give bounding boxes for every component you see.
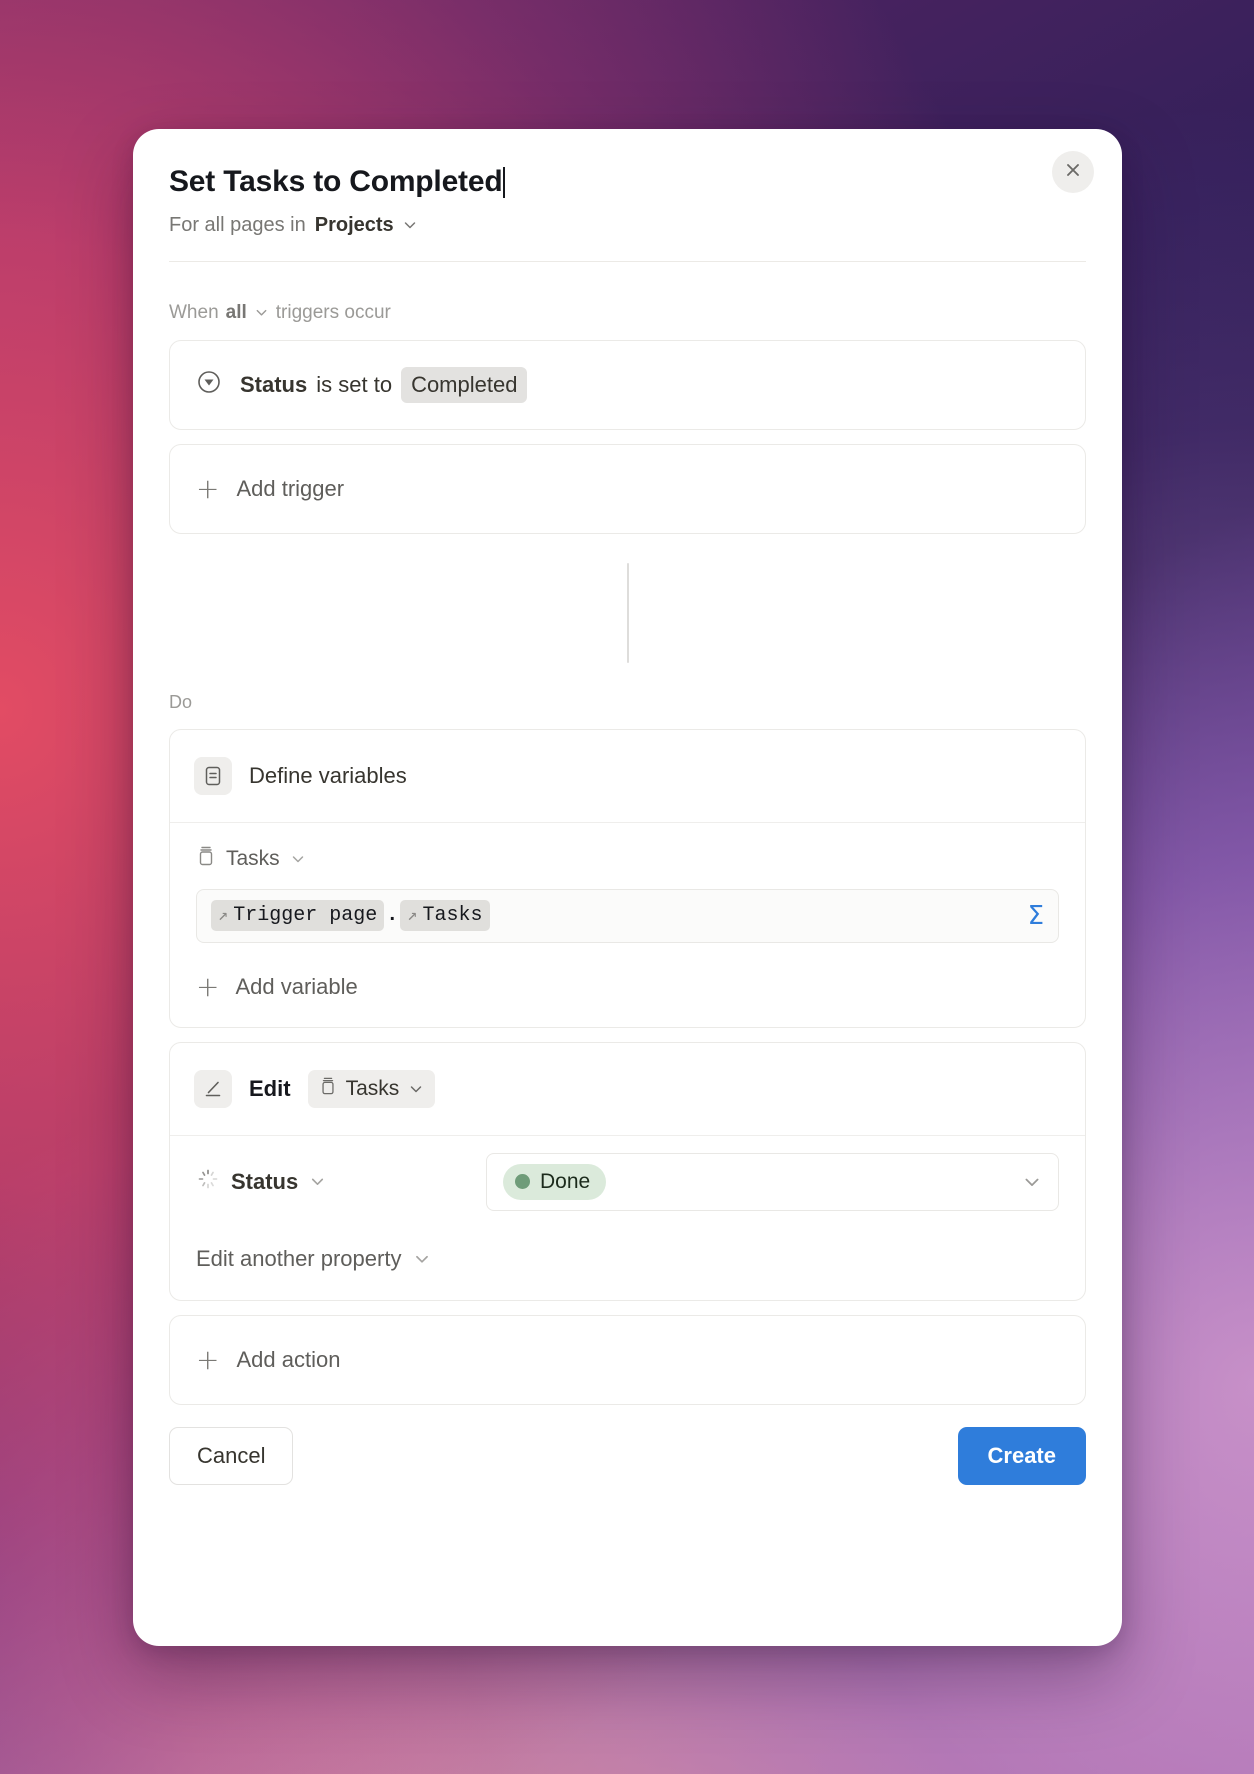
sigma-icon[interactable]: Σ bbox=[1028, 901, 1044, 931]
database-selector[interactable]: Projects bbox=[315, 214, 418, 237]
plus-icon: + bbox=[196, 1342, 220, 1376]
status-spinner-icon bbox=[196, 1167, 220, 1196]
property-edit-row: Status Done bbox=[170, 1136, 1085, 1228]
variable-body: Tasks ↗ Trigger page . ↗ Tasks Σ bbox=[170, 823, 1085, 951]
create-button[interactable]: Create bbox=[957, 1426, 1086, 1485]
text-cursor bbox=[503, 167, 506, 198]
trigger-property: Status bbox=[240, 371, 308, 397]
add-trigger-button[interactable]: + Add trigger bbox=[170, 445, 1085, 533]
status-value: Done bbox=[540, 1169, 591, 1193]
chevron-down-icon bbox=[408, 1081, 424, 1097]
relation-arrow-icon: ↗ bbox=[218, 907, 229, 926]
when-prefix: When bbox=[169, 301, 219, 323]
variable-name-selector[interactable]: Tasks bbox=[196, 845, 1059, 873]
property-selector[interactable]: Status bbox=[196, 1167, 486, 1196]
add-trigger-label: Add trigger bbox=[236, 475, 345, 501]
edit-action-target-selector[interactable]: Tasks bbox=[307, 1069, 436, 1108]
status-circle-icon bbox=[196, 369, 222, 401]
define-variables-header[interactable]: Define variables bbox=[170, 730, 1085, 822]
database-name: Projects bbox=[314, 213, 394, 236]
property-value-select[interactable]: Done bbox=[486, 1152, 1059, 1211]
variable-name: Tasks bbox=[226, 846, 280, 870]
chevron-down-icon bbox=[402, 217, 418, 233]
add-action-button[interactable]: + Add action bbox=[170, 1316, 1085, 1404]
cancel-button[interactable]: Cancel bbox=[169, 1426, 294, 1485]
edit-pencil-icon bbox=[194, 1069, 232, 1108]
formula-token-label: Trigger page bbox=[233, 904, 378, 927]
formula-separator: . bbox=[386, 904, 399, 927]
header-divider bbox=[169, 260, 1086, 262]
chevron-down-icon bbox=[413, 1250, 431, 1268]
trigger-card[interactable]: Status is set to Completed bbox=[169, 339, 1086, 430]
edit-another-property-label: Edit another property bbox=[196, 1245, 402, 1271]
subtitle-row: For all pages in Projects bbox=[169, 214, 1086, 237]
status-badge: Done bbox=[503, 1163, 607, 1200]
trigger-row[interactable]: Status is set to Completed bbox=[170, 341, 1085, 429]
chevron-down-icon bbox=[290, 851, 306, 867]
status-dot-icon bbox=[515, 1174, 530, 1189]
database-icon bbox=[196, 845, 216, 873]
formula-token-label: Tasks bbox=[422, 904, 483, 927]
close-button[interactable] bbox=[1052, 151, 1094, 193]
title-row: Set Tasks to Completed bbox=[169, 165, 1086, 200]
property-name: Status bbox=[231, 1168, 299, 1194]
add-action-card[interactable]: + Add action bbox=[169, 1314, 1086, 1405]
trigger-condition-selector[interactable]: all bbox=[226, 302, 247, 324]
automation-title-input[interactable]: Set Tasks to Completed bbox=[169, 165, 503, 200]
define-variables-icon bbox=[194, 756, 232, 795]
add-variable-button[interactable]: + Add variable bbox=[170, 951, 1085, 1027]
add-variable-label: Add variable bbox=[235, 973, 358, 999]
formula-input[interactable]: ↗ Trigger page . ↗ Tasks Σ bbox=[196, 888, 1059, 943]
define-variables-title: Define variables bbox=[249, 762, 407, 788]
automation-modal: Set Tasks to Completed For all pages in … bbox=[133, 129, 1122, 1646]
define-variables-card: Define variables Tasks ↗ Trigger page . … bbox=[169, 728, 1086, 1028]
actions-section-label: Do bbox=[169, 692, 1086, 713]
edit-action-header[interactable]: Edit Tasks bbox=[170, 1043, 1085, 1135]
close-icon bbox=[1063, 160, 1083, 185]
database-icon bbox=[319, 1076, 337, 1102]
modal-header: Set Tasks to Completed For all pages in … bbox=[169, 129, 1094, 262]
when-suffix: triggers occur bbox=[275, 301, 391, 323]
chevron-down-icon[interactable] bbox=[254, 305, 269, 320]
do-label: Do bbox=[169, 691, 193, 712]
connector-line bbox=[626, 562, 629, 663]
trigger-value-pill: Completed bbox=[401, 366, 528, 403]
chevron-down-icon bbox=[1022, 1172, 1042, 1192]
plus-icon: + bbox=[196, 471, 220, 505]
add-trigger-card[interactable]: + Add trigger bbox=[169, 443, 1086, 534]
plus-icon: + bbox=[196, 969, 220, 1003]
add-action-label: Add action bbox=[236, 1346, 341, 1372]
formula-token-trigger-page[interactable]: ↗ Trigger page bbox=[211, 900, 385, 931]
chevron-down-icon bbox=[309, 1173, 326, 1190]
modal-footer: Cancel Create bbox=[169, 1426, 1086, 1489]
trigger-description: Status is set to Completed bbox=[240, 366, 528, 403]
formula-tokens: ↗ Trigger page . ↗ Tasks bbox=[211, 900, 1028, 931]
relation-arrow-icon: ↗ bbox=[407, 907, 418, 926]
subtitle-prefix: For all pages in bbox=[169, 213, 306, 236]
edit-action-label: Edit bbox=[249, 1075, 291, 1101]
edit-action-card: Edit Tasks Status Done Edit another prop… bbox=[169, 1041, 1086, 1301]
trigger-operator: is set to bbox=[316, 371, 393, 397]
edit-action-target: Tasks bbox=[345, 1076, 400, 1100]
edit-another-property-button[interactable]: Edit another property bbox=[170, 1228, 1085, 1300]
flow-connector bbox=[169, 534, 1086, 692]
triggers-section-label: When all triggers occur bbox=[169, 302, 1086, 324]
formula-token-tasks[interactable]: ↗ Tasks bbox=[400, 900, 490, 931]
